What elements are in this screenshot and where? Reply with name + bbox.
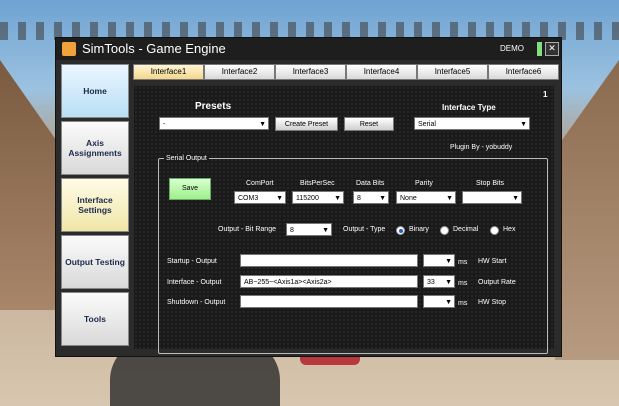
demo-label: DEMO [500, 44, 524, 53]
sidebar-item-axis-assignments[interactable]: Axis Assignments [61, 121, 129, 175]
radio-hex[interactable] [490, 226, 499, 235]
tab-interface1[interactable]: Interface1 [133, 64, 204, 80]
reset-button[interactable]: Reset [344, 117, 394, 131]
bits-per-sec-select[interactable]: 115200 ▼ [292, 191, 344, 204]
comport-label: ComPort [246, 180, 274, 187]
shutdown-output-label: Shutdown - Output [167, 299, 226, 306]
bit-range-select[interactable]: 8 ▼ [286, 223, 332, 236]
chevron-down-icon: ▼ [445, 299, 452, 306]
chevron-down-icon: ▼ [276, 195, 283, 202]
bit-range-label: Output - Bit Range [218, 226, 276, 233]
output-rate-label: Output Rate [478, 279, 516, 286]
status-indicator [537, 42, 542, 56]
radio-hex-label: Hex [503, 226, 516, 233]
hw-start-label: HW Start [478, 258, 507, 265]
comport-value: COM3 [238, 195, 259, 202]
radio-decimal[interactable] [440, 226, 449, 235]
tab-interface5[interactable]: Interface5 [417, 64, 488, 80]
radio-binary[interactable] [396, 226, 405, 235]
shutdown-output-input[interactable] [240, 295, 418, 308]
tab-interface6[interactable]: Interface6 [488, 64, 559, 80]
presets-heading: Presets [195, 101, 232, 112]
startup-unit: ms [458, 259, 468, 266]
chevron-down-icon: ▼ [322, 227, 329, 234]
hw-stop-label: HW Stop [478, 299, 507, 306]
data-bits-label: Data Bits [356, 180, 385, 187]
chevron-down-icon: ▼ [445, 258, 452, 265]
sidebar-item-tools[interactable]: Tools [61, 292, 129, 346]
startup-ms-select[interactable]: ▼ [423, 254, 455, 267]
app-window: SimTools - Game Engine DEMO ✕ Home Axis … [55, 37, 562, 357]
app-logo-icon [62, 42, 76, 56]
chevron-down-icon: ▼ [259, 121, 266, 128]
chevron-down-icon: ▼ [379, 195, 386, 202]
window-title: SimTools - Game Engine [82, 41, 226, 56]
parity-value: None [400, 195, 417, 202]
plugin-credit: Plugin By - yobuddy [450, 144, 513, 151]
title-bar[interactable]: SimTools - Game Engine DEMO ✕ [56, 38, 561, 60]
tab-interface4[interactable]: Interface4 [346, 64, 417, 80]
chevron-down-icon: ▼ [334, 195, 341, 202]
page-number: 1 [543, 90, 548, 99]
parity-select[interactable]: None ▼ [396, 191, 456, 204]
parity-label: Parity [415, 180, 433, 187]
output-rate-value: 33 [427, 279, 435, 286]
interface-type-value: Serial [418, 121, 436, 128]
startup-output-label: Startup - Output [167, 258, 217, 265]
chevron-down-icon: ▼ [446, 195, 453, 202]
data-bits-select[interactable]: 8 ▼ [353, 191, 389, 204]
stop-bits-select[interactable]: ▼ [462, 191, 522, 204]
stop-bits-label: Stop Bits [476, 180, 505, 187]
interface-unit: ms [458, 280, 468, 287]
tab-interface3[interactable]: Interface3 [275, 64, 346, 80]
output-rate-select[interactable]: 33 ▼ [423, 275, 455, 288]
chevron-down-icon: ▼ [445, 279, 452, 286]
sidebar-item-home[interactable]: Home [61, 64, 129, 118]
output-type-label: Output - Type [343, 226, 386, 233]
serial-output-label: Serial Output [164, 155, 209, 162]
radio-decimal-label: Decimal [453, 226, 479, 233]
shutdown-unit: ms [458, 300, 468, 307]
tab-interface2[interactable]: Interface2 [204, 64, 275, 80]
sidebar-item-output-testing[interactable]: Output Testing [61, 235, 129, 289]
startup-output-input[interactable] [240, 254, 418, 267]
radio-binary-label: Binary [409, 226, 429, 233]
chevron-down-icon: ▼ [512, 195, 519, 202]
presets-value: - [163, 121, 166, 128]
presets-select[interactable]: - ▼ [159, 117, 269, 130]
shutdown-ms-select[interactable]: ▼ [423, 295, 455, 308]
bits-per-sec-value: 115200 [296, 195, 319, 202]
bits-per-sec-label: BitsPerSec [300, 180, 335, 187]
interface-output-input[interactable]: AB~255~<Axis1a><Axis2a> [240, 275, 418, 288]
sidebar-item-interface-settings[interactable]: Interface Settings [61, 178, 129, 232]
interface-output-label: Interface - Output [167, 279, 222, 286]
comport-select[interactable]: COM3 ▼ [234, 191, 286, 204]
interface-type-heading: Interface Type [442, 103, 496, 112]
chevron-down-icon: ▼ [520, 121, 527, 128]
create-preset-button[interactable]: Create Preset [275, 117, 338, 131]
interface-type-select[interactable]: Serial ▼ [414, 117, 530, 130]
save-button[interactable]: Save [169, 178, 211, 200]
bit-range-value: 8 [290, 227, 294, 234]
close-button[interactable]: ✕ [545, 42, 559, 56]
data-bits-value: 8 [357, 195, 361, 202]
